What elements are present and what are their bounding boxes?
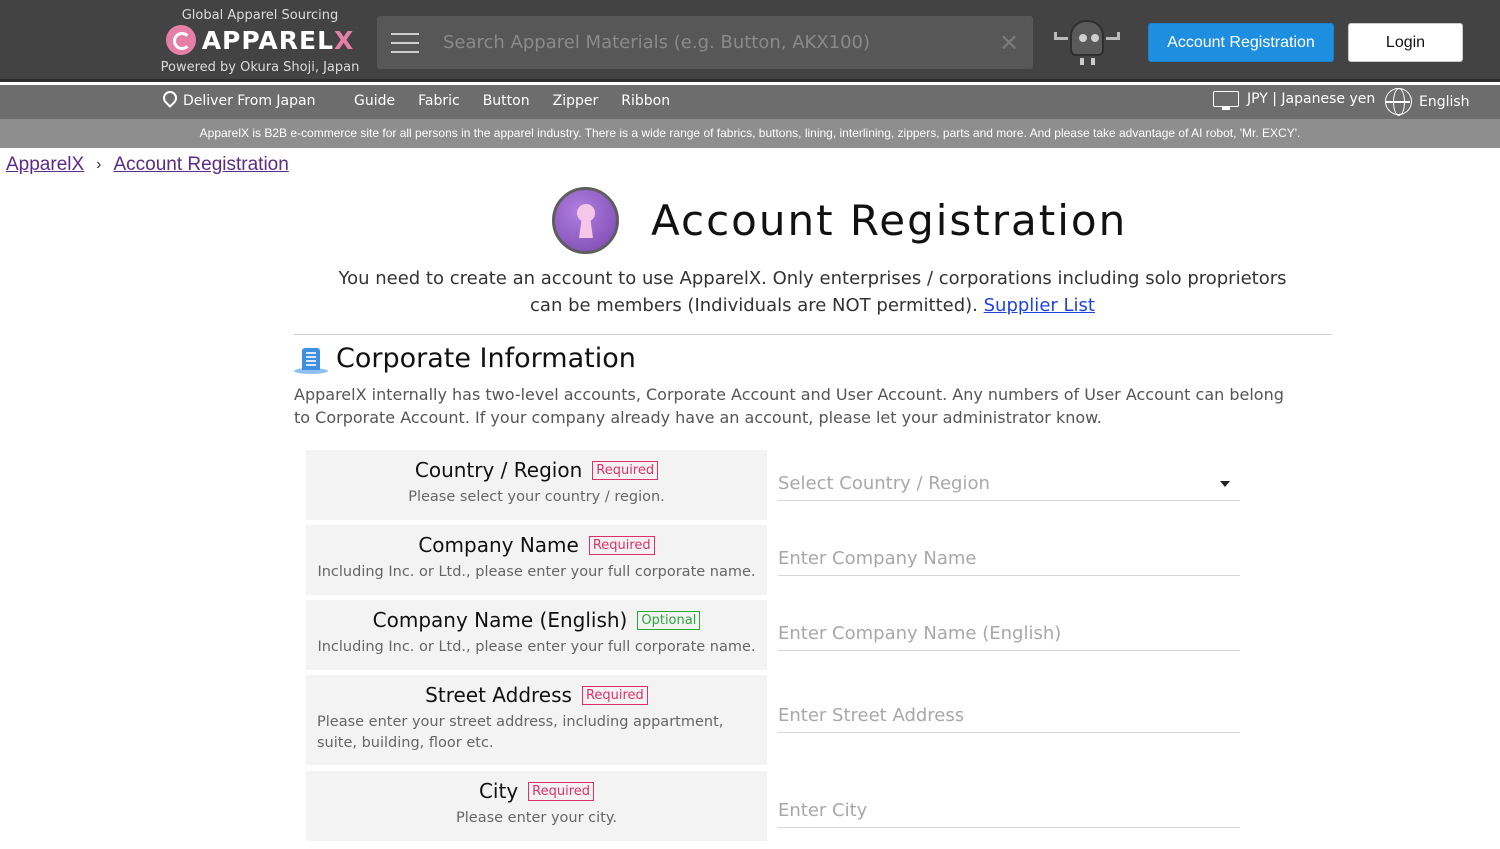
field-label: City — [478, 779, 519, 803]
field-label: Street Address — [425, 683, 572, 707]
category-links: Guide Fabric Button Zipper Ribbon — [354, 93, 670, 109]
required-badge: Required — [528, 781, 595, 801]
required-badge: Required — [592, 460, 659, 480]
hamburger-menu-icon[interactable] — [391, 32, 419, 53]
currency-selector[interactable]: JPY | Japanese yen — [1213, 91, 1376, 110]
page-header: Account Registration — [552, 187, 1127, 254]
section-divider — [294, 334, 1332, 335]
deliver-from-selector[interactable]: Deliver From Japan — [163, 91, 315, 111]
nav-link-ribbon[interactable]: Ribbon — [621, 93, 670, 109]
label-cell: Country / Region Required Please select … — [306, 450, 767, 520]
top-header: Global Apparel Sourcing APPARELX Powered… — [0, 0, 1500, 82]
breadcrumb: ApparelX › Account Registration — [6, 154, 289, 176]
nav-link-fabric[interactable]: Fabric — [418, 93, 460, 109]
clear-search-icon[interactable]: ✕ — [989, 29, 1029, 57]
info-banner: ApparelX is B2B e-commerce site for all … — [0, 119, 1500, 148]
company-name-english-field[interactable] — [778, 617, 1240, 651]
intro-line-1: You need to create an account to use App… — [338, 268, 1287, 289]
country-select-display[interactable] — [778, 467, 1240, 500]
supplier-list-link[interactable]: Supplier List — [984, 295, 1095, 316]
site-logo[interactable]: Global Apparel Sourcing APPARELX Powered… — [155, 6, 365, 78]
location-pin-icon — [163, 91, 177, 111]
login-button[interactable]: Login — [1348, 23, 1463, 62]
logo-wordmark-main: APPAREL — [201, 25, 335, 55]
breadcrumb-separator: › — [96, 156, 102, 173]
keyhole-lock-icon — [552, 187, 619, 254]
search-bar: ✕ — [377, 16, 1033, 69]
breadcrumb-current-link[interactable]: Account Registration — [114, 154, 289, 176]
label-cell: Company Name (English) Optional Includin… — [306, 600, 767, 670]
form-row-company-name: Company Name Required Including Inc. or … — [306, 525, 1240, 595]
section-title: Corporate Information — [336, 343, 636, 374]
city-input[interactable] — [778, 794, 1240, 827]
caret-down-icon — [1220, 481, 1230, 487]
field-hint: Please select your country / region. — [408, 489, 665, 505]
company-name-input[interactable] — [778, 542, 1240, 575]
monitor-icon — [1213, 91, 1239, 110]
form-row-city: City Required Please enter your city. — [306, 771, 1240, 841]
building-icon — [294, 344, 328, 374]
intro-text: You need to create an account to use App… — [300, 265, 1325, 319]
field-hint: Including Inc. or Ltd., please enter you… — [317, 639, 756, 655]
logo-wordmark: APPARELX — [202, 26, 355, 55]
label-cell: Street Address Required Please enter you… — [306, 675, 767, 765]
country-select[interactable] — [778, 467, 1240, 501]
ai-robot-icon[interactable] — [1054, 18, 1120, 68]
nav-bar: Deliver From Japan Guide Fabric Button Z… — [0, 85, 1500, 119]
field-hint: Please enter your street address, includ… — [317, 714, 724, 751]
label-cell: City Required Please enter your city. — [306, 771, 767, 841]
section-description: ApparelX internally has two-level accoun… — [294, 385, 1284, 427]
nav-link-guide[interactable]: Guide — [354, 93, 395, 109]
nav-link-button[interactable]: Button — [483, 93, 530, 109]
label-cell: Company Name Required Including Inc. or … — [306, 525, 767, 595]
deliver-label: Deliver From Japan — [183, 93, 316, 109]
language-selector[interactable]: English — [1385, 88, 1470, 116]
field-hint: Including Inc. or Ltd., please enter you… — [317, 564, 756, 580]
form-row-country: Country / Region Required Please select … — [306, 450, 1240, 520]
currency-label: JPY | Japanese yen — [1247, 91, 1376, 107]
city-field[interactable] — [778, 794, 1240, 828]
language-label: English — [1419, 93, 1470, 110]
account-registration-button[interactable]: Account Registration — [1148, 23, 1334, 62]
form-row-company-name-english: Company Name (English) Optional Includin… — [306, 600, 1240, 670]
required-badge: Required — [588, 535, 655, 555]
globe-icon — [1385, 88, 1412, 116]
section-header: Corporate Information — [294, 343, 636, 374]
form-row-street-address: Street Address Required Please enter you… — [306, 675, 1240, 765]
company-name-field[interactable] — [778, 542, 1240, 576]
logo-tagline: Global Apparel Sourcing — [181, 8, 339, 23]
logo-brand: APPARELX — [155, 25, 365, 55]
field-label: Company Name — [418, 533, 579, 557]
required-badge: Required — [581, 685, 648, 705]
nav-link-zipper[interactable]: Zipper — [553, 93, 599, 109]
apparelx-logo-icon — [165, 25, 196, 55]
company-name-english-input[interactable] — [778, 617, 1240, 650]
page-title: Account Registration — [651, 196, 1128, 245]
logo-powered-by: Powered by Okura Shoji, Japan — [160, 60, 360, 75]
intro-line-2: can be members (Individuals are NOT perm… — [530, 295, 978, 316]
search-input[interactable] — [443, 22, 989, 63]
street-address-field[interactable] — [778, 699, 1240, 733]
logo-wordmark-x: X — [334, 25, 355, 55]
field-label: Country / Region — [414, 458, 583, 482]
field-hint: Please enter your city. — [456, 810, 617, 826]
optional-badge: Optional — [637, 610, 701, 630]
breadcrumb-home-link[interactable]: ApparelX — [6, 154, 84, 176]
street-address-input[interactable] — [778, 699, 1240, 732]
field-label: Company Name (English) — [372, 608, 628, 632]
